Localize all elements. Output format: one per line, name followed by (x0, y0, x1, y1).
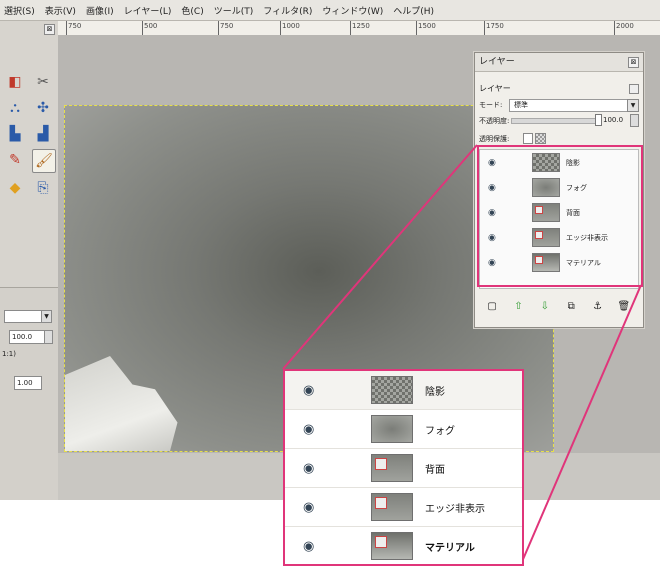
lock-label: 透明保護: (479, 135, 510, 143)
eye-icon: ◉ (303, 499, 315, 515)
opacity-slider[interactable] (511, 118, 597, 124)
raise-layer-icon[interactable]: ⇧ (511, 301, 525, 312)
delete-layer-icon[interactable]: 🗑 (617, 301, 631, 312)
zoom-layer-thumbnail (371, 415, 413, 443)
chevron-down-icon[interactable]: ▼ (41, 311, 51, 322)
zoom-layer-thumbnail (371, 376, 413, 404)
move-icon[interactable]: ✣ (32, 97, 54, 119)
menu-tools[interactable]: ツール(T) (214, 4, 254, 17)
zoom-callout: ◉ 陰影 ◉ フォグ ◉ 背面 ◉ エッジ非表示 ◉ マテリアル (283, 369, 524, 566)
paintbrush-icon[interactable]: 🖌 (32, 149, 56, 173)
layers-footer: ▢ ⇧ ⇩ ⧉ ⚓ 🗑 (479, 297, 637, 315)
tool-options: ▼ 100.0 1:1) 1.00 (0, 287, 58, 500)
pencil-icon[interactable]: ✎ (4, 149, 26, 171)
scissors-icon[interactable]: ✂ (32, 71, 54, 93)
ruler-tick: 1250 (350, 21, 370, 35)
ratio-text: 1:1) (2, 350, 16, 358)
menu-help[interactable]: ヘルプ(H) (393, 4, 434, 17)
layers-title-text: レイヤー (479, 57, 515, 67)
zoom-layer-row: ◉ マテリアル (285, 527, 522, 565)
blur-icon[interactable]: ▙ (4, 123, 26, 145)
layers-dialog-title: レイヤー ⊠ (475, 53, 643, 72)
menu-bar: 選択(S) 表示(V) 画像(I) レイヤー(L) 色(C) ツール(T) フィ… (0, 0, 660, 21)
ruler-tick: 500 (142, 21, 157, 35)
menu-image[interactable]: 画像(I) (86, 4, 114, 17)
ruler-tick: 750 (218, 21, 233, 35)
zoom-layer-name: エッジ非表示 (425, 503, 485, 515)
eye-icon: ◉ (303, 421, 315, 437)
lower-layer-icon[interactable]: ⇩ (538, 301, 552, 312)
mode-label: モード: (479, 101, 503, 109)
eraser-icon[interactable]: ◆ (4, 177, 26, 199)
menu-filters[interactable]: フィルタ(R) (263, 4, 312, 17)
ruler-tick: 750 (66, 21, 81, 35)
lock-pixels-checkbox[interactable] (523, 133, 533, 144)
opacity-spinner[interactable] (630, 114, 639, 127)
menu-view[interactable]: 表示(V) (45, 4, 76, 17)
zoom-layer-row: ◉ 陰影 (285, 371, 522, 410)
scale-spinner[interactable] (44, 330, 53, 344)
zoom-layer-name: マテリアル (425, 542, 475, 554)
mode-select[interactable]: 標準 (509, 99, 629, 112)
toolbox-close-icon[interactable]: ⊠ (44, 24, 55, 35)
zoom-layer-thumbnail (371, 493, 413, 521)
zoom-layer-name: 背面 (425, 464, 445, 476)
eye-icon: ◉ (303, 538, 315, 554)
smudge-icon[interactable]: ▟ (32, 123, 54, 145)
zoom-layer-name: 陰影 (425, 386, 445, 398)
ruler-tick: 1750 (484, 21, 504, 35)
clone-icon[interactable]: ⎘ (32, 177, 54, 199)
horizontal-ruler: 750 500 750 1000 1250 1500 1750 2000 (58, 21, 660, 36)
tool-grid: ◧ ✂ ⛬ ✣ ▙ ▟ ✎ 🖌 ◆ ⎘ (4, 71, 56, 199)
zoom-layer-thumbnail (371, 454, 413, 482)
zoom-layer-thumbnail (371, 532, 413, 560)
zoom-layer-row: ◉ エッジ非表示 (285, 488, 522, 527)
menu-select[interactable]: 選択(S) (4, 4, 35, 17)
lock-alpha-icon[interactable] (535, 133, 546, 144)
ruler-tick: 2000 (614, 21, 634, 35)
canvas-white-shape (65, 356, 178, 451)
eye-icon: ◉ (303, 460, 315, 476)
size-input[interactable]: 1.00 (14, 376, 42, 390)
color-picker-icon[interactable]: ◧ (4, 71, 26, 93)
opacity-value[interactable]: 100.0 (603, 116, 623, 124)
menu-layer[interactable]: レイヤー(L) (124, 4, 172, 17)
duplicate-layer-icon[interactable]: ⧉ (564, 301, 578, 312)
opacity-slider-handle[interactable] (595, 114, 602, 126)
menu-windows[interactable]: ウィンドウ(W) (322, 4, 383, 17)
close-icon[interactable]: ⊠ (628, 57, 639, 68)
scale-input[interactable]: 100.0 (9, 330, 47, 344)
highlight-box (477, 145, 643, 287)
layers-subtitle: レイヤー (479, 84, 511, 93)
zoom-layer-row: ◉ 背面 (285, 449, 522, 488)
anchor-layer-icon[interactable]: ⚓ (590, 301, 604, 312)
new-layer-icon[interactable]: ▢ (485, 301, 499, 312)
tab-menu-icon[interactable] (629, 84, 639, 94)
ruler-tick: 1500 (416, 21, 436, 35)
ruler-tick: 1000 (280, 21, 300, 35)
menu-color[interactable]: 色(C) (181, 4, 203, 17)
bucket-fill-icon[interactable]: ⛬ (4, 97, 26, 119)
opacity-label: 不透明度: (479, 117, 510, 125)
brush-select[interactable]: ▼ (4, 310, 52, 323)
chevron-down-icon[interactable]: ▼ (627, 99, 639, 112)
zoom-layer-name: フォグ (425, 425, 455, 437)
toolbox: ⊠ ◧ ✂ ⛬ ✣ ▙ ▟ ✎ 🖌 ◆ ⎘ ▼ 100.0 1:1) 1.00 (0, 21, 59, 500)
eye-icon: ◉ (303, 382, 315, 398)
zoom-layer-row: ◉ フォグ (285, 410, 522, 449)
